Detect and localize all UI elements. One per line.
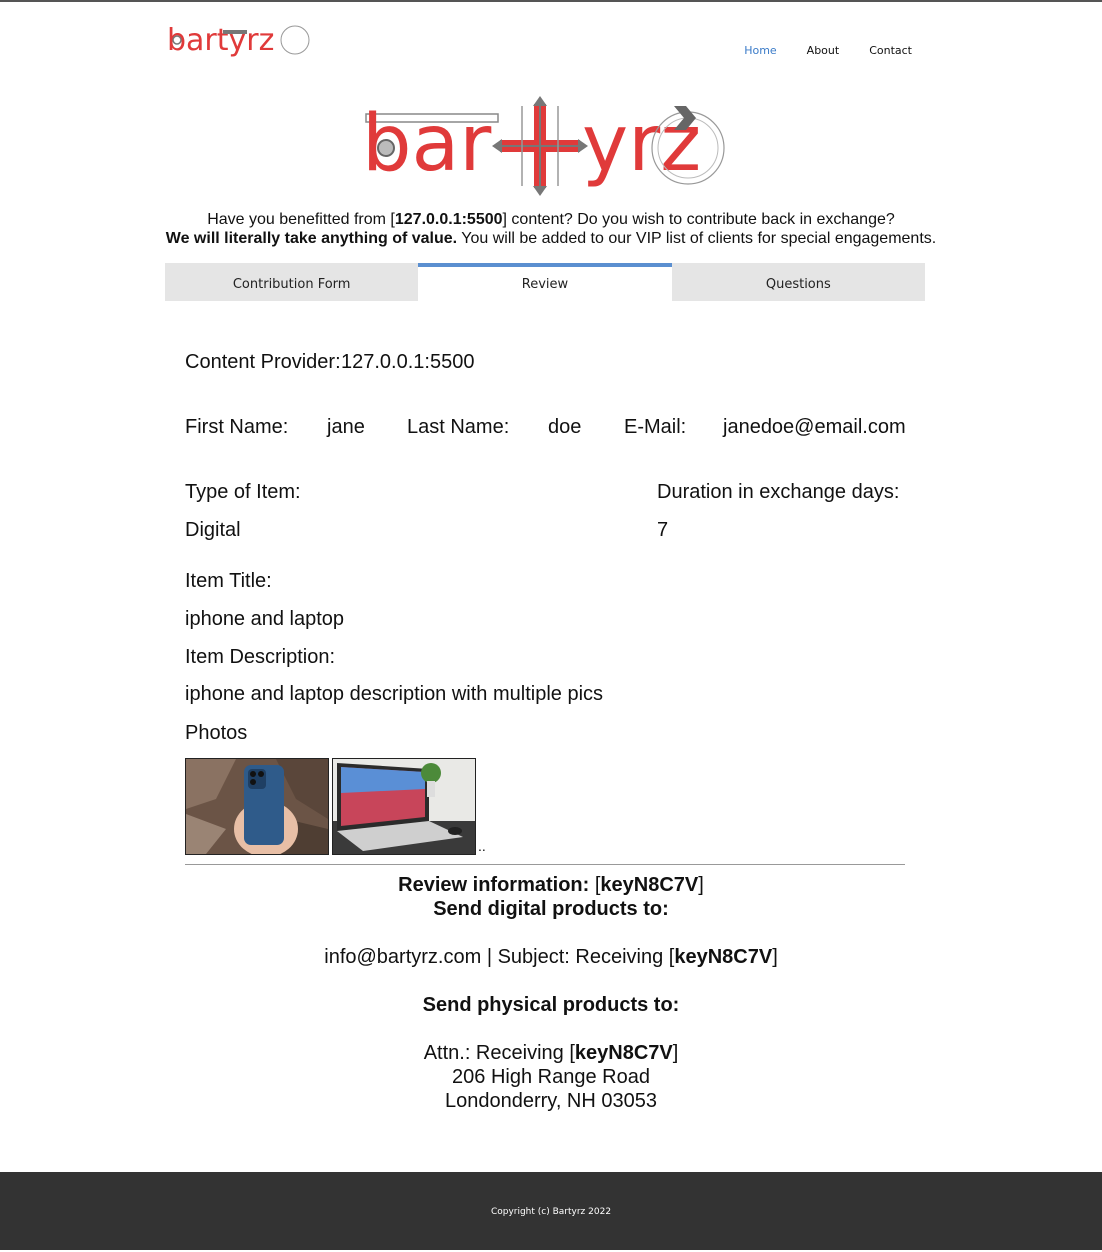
footer: Copyright (c) Bartyrz 2022 (0, 1172, 1102, 1250)
last-name-value: doe (548, 416, 582, 438)
provider-value: 127.0.0.1:5500 (341, 351, 475, 373)
tab-contribution-form[interactable]: Contribution Form (165, 263, 419, 301)
item-description-label: Item Description: (185, 646, 336, 668)
tab-review[interactable]: Review (418, 263, 672, 301)
item-type-value: Digital (185, 519, 241, 541)
physical-address-line-1: 206 High Range Road (452, 1066, 650, 1088)
digital-heading: Send digital products to: (433, 898, 669, 920)
header-logo[interactable]: bartyrz (165, 18, 315, 62)
photos-trailing: .. (478, 838, 486, 854)
photos-label: Photos (185, 722, 248, 744)
provider-label: Content Provider: (185, 351, 341, 373)
item-description-value: iphone and laptop description with multi… (185, 683, 604, 705)
intro-line-2: We will literally take anything of value… (165, 230, 937, 247)
laptop-photo-image (333, 759, 475, 854)
main-logo: bar yrz (362, 96, 725, 196)
digital-address: info@bartyrz.com | Subject: Receiving [k… (324, 946, 778, 968)
duration-label: Duration in exchange days: (657, 481, 900, 503)
nav-about-link[interactable]: About (807, 44, 840, 57)
intro-host: 127.0.0.1:5500 (394, 211, 503, 228)
item-title-value: iphone and laptop (185, 608, 345, 630)
email-label: E-Mail: (624, 416, 687, 438)
photo-thumbnail-laptop[interactable] (332, 758, 476, 855)
last-name-label: Last Name: (407, 416, 510, 438)
copyright-text: Copyright (c) Bartyrz 2022 (490, 1207, 612, 1217)
intro-text: Have you benefitted from [127.0.0.1:5500… (0, 210, 1102, 248)
item-type-label: Type of Item: (185, 481, 301, 503)
form-tabs: Contribution Form Review Questions (165, 263, 925, 301)
item-title-label: Item Title: (185, 570, 272, 592)
first-name-value: jane (327, 416, 365, 438)
duration-value: 7 (657, 519, 669, 541)
nav-home-link[interactable]: Home (744, 44, 776, 57)
first-name-label: First Name: (185, 416, 289, 438)
nav-contact-link[interactable]: Contact (869, 44, 912, 57)
phone-photo-image (186, 759, 328, 854)
physical-address-line-2: Londonderry, NH 03053 (445, 1090, 657, 1112)
review-key: keyN8C7V (600, 874, 699, 896)
top-nav: Home About Contact (744, 44, 912, 57)
photo-thumbnail-phone[interactable] (185, 758, 329, 855)
tab-questions[interactable]: Questions (671, 263, 925, 301)
physical-heading: Send physical products to: (422, 994, 680, 1016)
intro-line-1: Have you benefitted from [127.0.0.1:5500… (207, 211, 895, 228)
email-value: janedoe@email.com (723, 416, 906, 438)
divider (185, 864, 905, 865)
physical-attn: Attn.: Receiving [keyN8C7V] (423, 1042, 679, 1064)
review-info-heading: Review information: [keyN8C7V] (398, 874, 704, 896)
header-logo-text: bartyrz (167, 23, 274, 58)
